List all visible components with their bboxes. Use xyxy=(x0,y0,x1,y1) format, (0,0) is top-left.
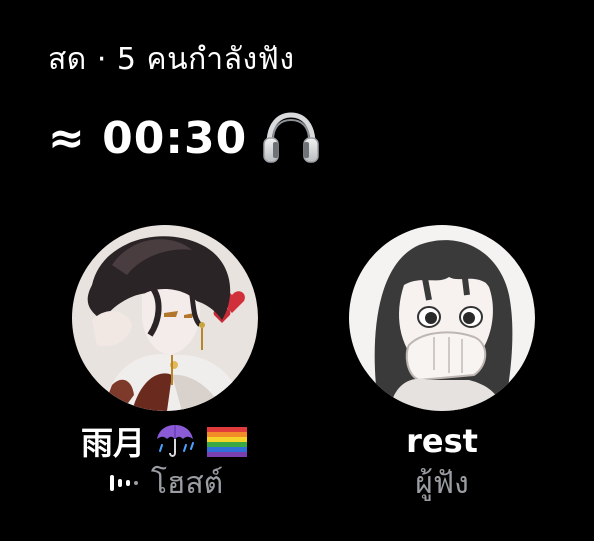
speaking-indicator-icon xyxy=(107,472,141,494)
listener-name: rest xyxy=(406,422,478,460)
headphones-icon xyxy=(261,110,321,166)
live-status-text: สด · 5 คนกำลังฟัง xyxy=(48,42,295,77)
host-avatar[interactable] xyxy=(72,225,258,411)
host-role-row: โฮสต์ xyxy=(65,463,265,503)
listener-name-row: rest xyxy=(342,421,542,461)
listener-avatar[interactable] xyxy=(349,225,535,411)
host-name-row: 雨月 xyxy=(65,421,265,462)
host-role-label: โฮสต์ xyxy=(150,465,224,501)
host-name: 雨月 xyxy=(80,424,145,462)
timer-row: ≈ 00:30 xyxy=(48,108,321,168)
listener-role-label: ผู้ฟัง xyxy=(415,465,469,501)
umbrella-rain-icon xyxy=(153,423,197,459)
rainbow-flag-icon xyxy=(205,423,249,459)
participant-listener[interactable]: rest ผู้ฟัง xyxy=(342,225,542,503)
listener-role-row: ผู้ฟัง xyxy=(342,463,542,503)
elapsed-timer: ≈ 00:30 xyxy=(48,112,248,164)
participant-host[interactable]: 雨月 โฮสต์ xyxy=(65,225,265,503)
